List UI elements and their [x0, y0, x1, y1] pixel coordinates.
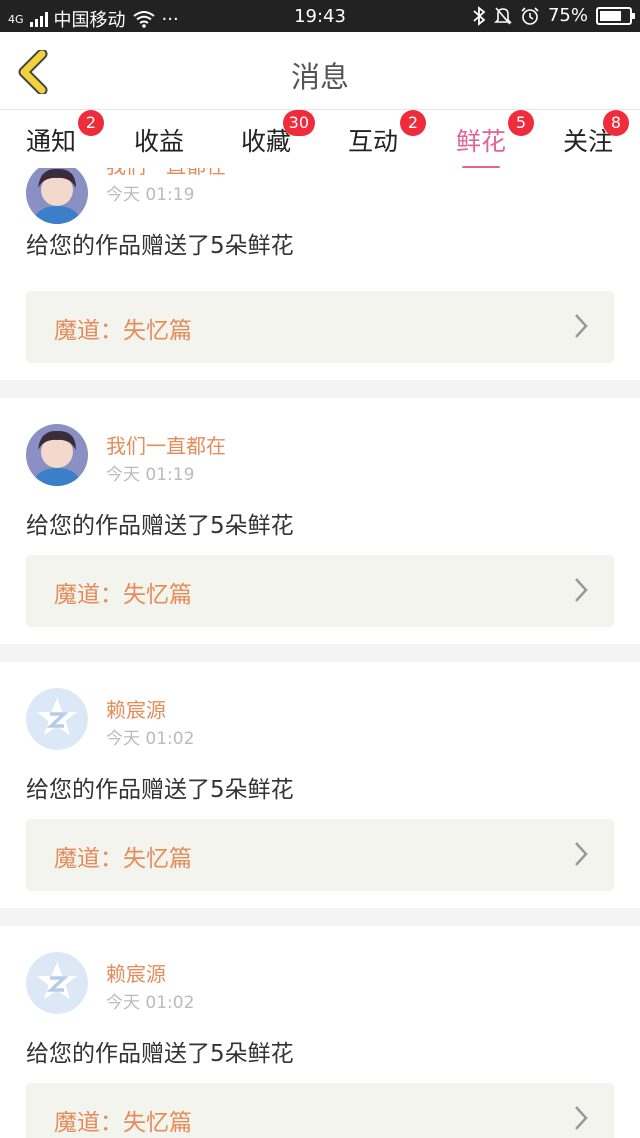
tab-label: 收益: [134, 127, 185, 156]
message-text: 给您的作品赠送了5朵鲜花: [26, 1041, 294, 1067]
photo-avatar-icon: [26, 168, 88, 224]
battery-icon: [596, 6, 635, 25]
tab-follow[interactable]: 关注 8: [563, 110, 630, 158]
tab-badge: 5: [508, 110, 535, 136]
mute-bell-icon: [494, 6, 512, 25]
battery-fill: [600, 10, 621, 21]
chevron-right-icon: [575, 842, 588, 866]
photo-avatar-icon: [26, 424, 88, 486]
tab-favorites[interactable]: 收藏 30: [241, 110, 316, 158]
work-link[interactable]: 魔道：失忆篇: [26, 291, 614, 363]
tab-badge: 30: [282, 110, 316, 136]
default-avatar-icon: [26, 688, 88, 750]
message-text: 给您的作品赠送了5朵鲜花: [26, 233, 294, 259]
chevron-right-icon: [575, 314, 588, 338]
tab-label: 鲜花: [456, 127, 507, 156]
username[interactable]: 我们一直都在: [106, 430, 226, 459]
work-link[interactable]: 魔道：失忆篇: [26, 1083, 614, 1138]
user-avatar[interactable]: [26, 168, 88, 224]
tab-flowers[interactable]: 鲜花 5: [456, 110, 535, 170]
user-avatar[interactable]: [26, 688, 88, 750]
tab-bar: 通知 2 收益 收藏 30 互动 2 鲜花 5 关注 8: [0, 110, 640, 170]
chevron-right-icon: [575, 1106, 588, 1130]
username[interactable]: 赖宸源: [106, 694, 166, 723]
work-title: 魔道：失忆篇: [54, 318, 192, 344]
tab-badge: 2: [78, 110, 105, 136]
chevron-right-icon: [575, 578, 588, 602]
bluetooth-icon: [473, 5, 486, 26]
user-avatar[interactable]: [26, 952, 88, 1014]
battery-percent: 75%: [547, 5, 588, 26]
status-bar: 4G 中国移动 ··· 19:43 75%: [0, 0, 640, 32]
message-card: 我们一直都在 今天 01:19 给您的作品赠送了5朵鲜花 魔道：失忆篇: [0, 168, 640, 380]
user-avatar[interactable]: [26, 424, 88, 486]
work-title: 魔道：失忆篇: [54, 582, 192, 608]
tab-earnings[interactable]: 收益: [134, 122, 184, 158]
message-text: 给您的作品赠送了5朵鲜花: [26, 513, 294, 539]
username[interactable]: 我们一直都在: [106, 168, 226, 179]
tab-label: 通知: [26, 127, 77, 156]
username[interactable]: 赖宸源: [106, 958, 166, 987]
tab-notice[interactable]: 通知 2: [26, 110, 105, 158]
work-link[interactable]: 魔道：失忆篇: [26, 555, 614, 627]
tab-label: 互动: [348, 127, 399, 156]
tab-interaction[interactable]: 互动 2: [348, 110, 427, 158]
status-right: 75%: [472, 5, 635, 26]
message-list[interactable]: 我们一直都在 今天 01:19 给您的作品赠送了5朵鲜花 魔道：失忆篇 我们一直…: [0, 168, 640, 1138]
nav-header: 消息: [0, 32, 640, 110]
work-title: 魔道：失忆篇: [54, 846, 192, 872]
message-card: 赖宸源 今天 01:02 给您的作品赠送了5朵鲜花 魔道：失忆篇: [0, 662, 640, 908]
work-title: 魔道：失忆篇: [54, 1110, 192, 1136]
message-text: 给您的作品赠送了5朵鲜花: [26, 777, 294, 803]
message-card: 我们一直都在 今天 01:19 给您的作品赠送了5朵鲜花 魔道：失忆篇: [0, 398, 640, 644]
tab-label: 收藏: [241, 127, 292, 156]
message-time: 今天 01:19: [106, 465, 195, 485]
default-avatar-icon: [26, 952, 88, 1014]
message-time: 今天 01:19: [106, 185, 195, 205]
tab-badge: 8: [603, 110, 630, 136]
alarm-icon: [521, 6, 539, 25]
message-card: 赖宸源 今天 01:02 给您的作品赠送了5朵鲜花 魔道：失忆篇: [0, 926, 640, 1138]
message-time: 今天 01:02: [106, 993, 195, 1013]
work-link[interactable]: 魔道：失忆篇: [26, 819, 614, 891]
tab-badge: 2: [400, 110, 427, 136]
message-time: 今天 01:02: [106, 729, 195, 749]
page-title: 消息: [290, 60, 349, 94]
